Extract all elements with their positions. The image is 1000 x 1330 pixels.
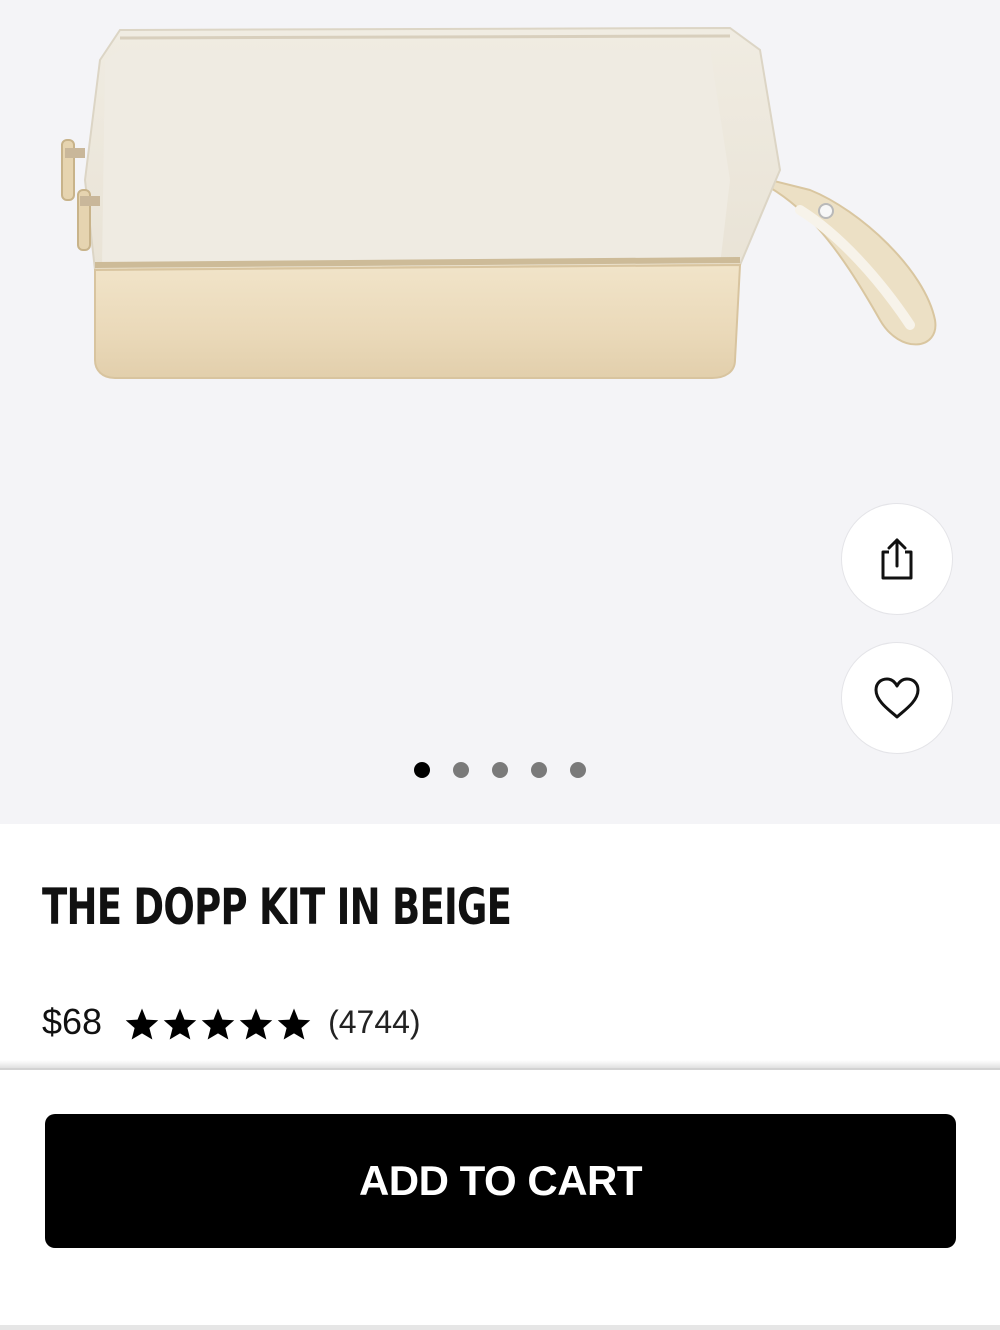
add-to-cart-button[interactable]: ADD TO CART [45, 1114, 956, 1248]
share-icon [881, 538, 913, 580]
star-rating[interactable] [124, 1007, 312, 1041]
star-icon [201, 1007, 235, 1040]
star-icon [163, 1007, 197, 1040]
divider-line [0, 1068, 1000, 1070]
gallery-pagination [0, 762, 1000, 778]
heart-icon [874, 677, 920, 719]
share-button[interactable] [841, 503, 953, 615]
bottom-edge [0, 1325, 1000, 1330]
product-price: $68 [42, 1001, 103, 1042]
pagination-dot-3[interactable] [492, 762, 508, 778]
product-image-gallery[interactable] [0, 0, 1000, 824]
pagination-dot-1[interactable] [414, 762, 430, 778]
favorite-button[interactable] [841, 642, 953, 754]
review-count[interactable]: (4744) [328, 1004, 421, 1041]
product-image [61, 26, 937, 379]
pagination-dot-5[interactable] [570, 762, 586, 778]
product-page: THE DOPP KIT IN BEIGE $68 (4744) ADD TO … [0, 0, 1000, 1330]
product-title: THE DOPP KIT IN BEIGE [42, 878, 512, 936]
star-icon [125, 1007, 159, 1040]
price-rating-row: $68 (4744) [42, 1000, 421, 1044]
pagination-dot-4[interactable] [531, 762, 547, 778]
star-icon [277, 1007, 311, 1040]
star-icon [239, 1007, 273, 1040]
pagination-dot-2[interactable] [453, 762, 469, 778]
